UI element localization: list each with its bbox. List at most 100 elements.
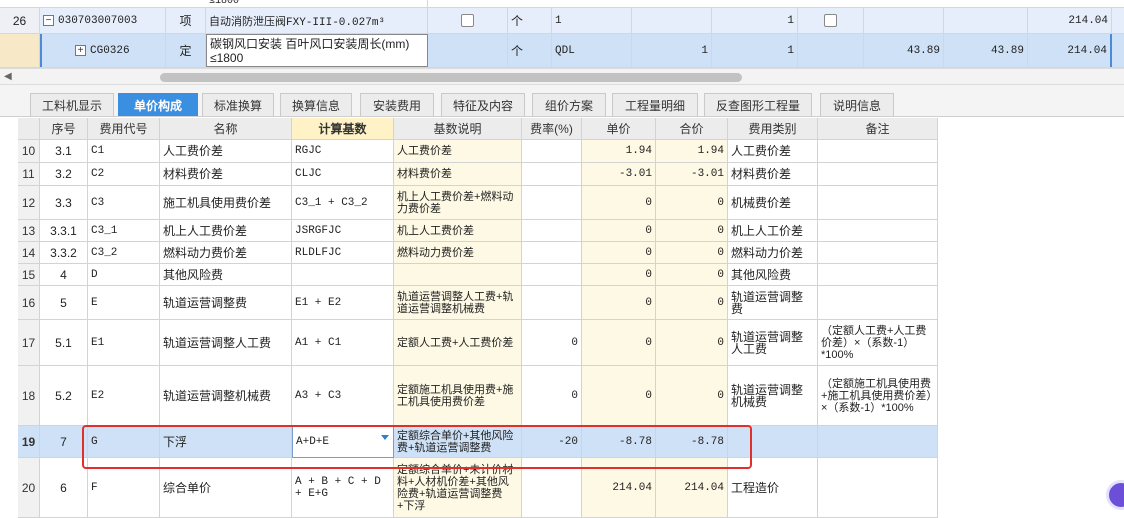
remark-cell[interactable] bbox=[818, 426, 938, 458]
fee-name-cell[interactable]: 施工机具使用费价差 bbox=[160, 186, 292, 220]
fee-code-cell[interactable]: E1 bbox=[88, 320, 160, 366]
unit-price-cell[interactable]: 0 bbox=[582, 186, 656, 220]
calc-base-cell[interactable]: E1 + E2 bbox=[292, 286, 394, 320]
base-desc-cell[interactable]: 机上人工费价差 bbox=[394, 220, 522, 242]
calc-base-cell[interactable]: JSRGFJC bbox=[292, 220, 394, 242]
unit-price-cell[interactable]: 0 bbox=[582, 286, 656, 320]
base-desc-cell[interactable]: 燃料动力费价差 bbox=[394, 242, 522, 264]
fee-category-cell[interactable]: 燃料动力价差 bbox=[728, 242, 818, 264]
base-desc-cell[interactable]: 定额人工费+人工费价差 bbox=[394, 320, 522, 366]
column-header-base-desc[interactable]: 基数说明 bbox=[394, 118, 522, 140]
rate-percent-cell[interactable]: 0 bbox=[522, 366, 582, 426]
scrollbar-thumb[interactable] bbox=[160, 73, 742, 82]
unit-price-cell[interactable]: -3.01 bbox=[582, 163, 656, 186]
base-desc-cell[interactable]: 定额施工机具使用费+施工机具使用费价差 bbox=[394, 366, 522, 426]
fee-name-cell[interactable]: 机上人工费价差 bbox=[160, 220, 292, 242]
item-name-editor[interactable]: 碳钢风口安装 百叶风口安装周长(mm) ≤1800 bbox=[206, 34, 428, 67]
unit-price-cell[interactable]: 1.94 bbox=[582, 140, 656, 163]
calc-base-cell[interactable]: RLDLFJC bbox=[292, 242, 394, 264]
table-row[interactable]: 12 3.3 C3 施工机具使用费价差 C3_1 + C3_2 机上人工费价差+燃料动力费… bbox=[0, 186, 1124, 220]
fee-category-cell[interactable]: 机上人工价差 bbox=[728, 220, 818, 242]
base-desc-cell[interactable]: 材料费价差 bbox=[394, 163, 522, 186]
total-price-cell[interactable]: 0 bbox=[656, 366, 728, 426]
remark-cell[interactable]: （定额施工机具使用费+施工机具使用费价差）×（系数-1）*100% bbox=[818, 366, 938, 426]
calc-base-cell[interactable]: A1 + C1 bbox=[292, 320, 394, 366]
remark-cell[interactable]: （定额人工费+人工费价差）×（系数-1）*100% bbox=[818, 320, 938, 366]
tab-installation-fee[interactable]: 安装费用 bbox=[360, 93, 434, 116]
calc-base-cell[interactable]: C3_1 + C3_2 bbox=[292, 186, 394, 220]
calc-base-cell[interactable]: A3 + C3 bbox=[292, 366, 394, 426]
calc-base-cell[interactable]: RGJC bbox=[292, 140, 394, 163]
tab-material-display[interactable]: 工料机显示 bbox=[30, 93, 114, 116]
column-header-unit-price[interactable]: 单价 bbox=[582, 118, 656, 140]
table-row[interactable]: 11 3.2 C2 材料费价差 CLJC 材料费价差 -3.01 -3.01 材料费价差 bbox=[0, 163, 1124, 186]
tab-reverse-graphic-quantity[interactable]: 反查图形工程量 bbox=[704, 93, 812, 116]
total-price-cell[interactable]: 1.94 bbox=[656, 140, 728, 163]
remark-cell[interactable] bbox=[818, 458, 938, 518]
seq-no-cell[interactable]: 3.2 bbox=[40, 163, 88, 186]
tab-pricing-scheme[interactable]: 组价方案 bbox=[532, 93, 606, 116]
seq-no-cell[interactable]: 5.2 bbox=[40, 366, 88, 426]
fee-name-cell[interactable]: 综合单价 bbox=[160, 458, 292, 518]
fee-category-cell[interactable]: 工程造价 bbox=[728, 458, 818, 518]
base-desc-cell[interactable]: 人工费价差 bbox=[394, 140, 522, 163]
remark-cell[interactable] bbox=[818, 186, 938, 220]
tab-conversion-info[interactable]: 换算信息 bbox=[280, 93, 352, 116]
fee-code-cell[interactable]: C3_2 bbox=[88, 242, 160, 264]
fee-code-cell[interactable]: C1 bbox=[88, 140, 160, 163]
seq-no-cell[interactable]: 5 bbox=[40, 286, 88, 320]
seq-no-cell[interactable]: 6 bbox=[40, 458, 88, 518]
column-header-total-price[interactable]: 合价 bbox=[656, 118, 728, 140]
calc-base-cell[interactable]: A+D+E bbox=[292, 426, 394, 458]
tab-description-info[interactable]: 说明信息 bbox=[820, 93, 894, 116]
column-header-calc-base[interactable]: 计算基数 bbox=[292, 118, 394, 140]
column-header-fee-name[interactable]: 名称 bbox=[160, 118, 292, 140]
fee-name-cell[interactable]: 轨道运营调整机械费 bbox=[160, 366, 292, 426]
calc-base-cell[interactable] bbox=[292, 264, 394, 286]
table-row[interactable]: 19 7 G 下浮 A+D+E 定额综合单价+其他风险费+轨道运营调整费 -20 -8.78-… bbox=[0, 426, 1124, 458]
quantity[interactable]: 1 bbox=[712, 8, 798, 33]
remark-cell[interactable] bbox=[818, 163, 938, 186]
rate-percent-cell[interactable] bbox=[522, 140, 582, 163]
fee-code-cell[interactable]: C2 bbox=[88, 163, 160, 186]
remark-cell[interactable] bbox=[818, 220, 938, 242]
fee-name-cell[interactable]: 燃料动力费价差 bbox=[160, 242, 292, 264]
column-header-seq-no[interactable]: 序号 bbox=[40, 118, 88, 140]
unit-price-cell[interactable]: -8.78 bbox=[582, 426, 656, 458]
factor[interactable]: 1 bbox=[632, 34, 712, 67]
column-header-row-number[interactable] bbox=[18, 118, 40, 140]
unit-price-cell[interactable]: 214.04 bbox=[582, 458, 656, 518]
qty-expression[interactable]: 1 bbox=[552, 8, 632, 33]
base-desc-cell[interactable]: 定额综合单价+其他风险费+轨道运营调整费 bbox=[394, 426, 522, 458]
fee-category-cell[interactable]: 轨道运营调整机械费 bbox=[728, 366, 818, 426]
fee-code-cell[interactable]: E2 bbox=[88, 366, 160, 426]
table-row[interactable]: 14 3.3.2 C3_2 燃料动力费价差 RLDLFJC 燃料动力费价差 0 0 燃料动力价差 bbox=[0, 242, 1124, 264]
base-desc-cell[interactable]: 轨道运营调整人工费+轨道运营调整机械费 bbox=[394, 286, 522, 320]
seq-no-cell[interactable]: 3.3.2 bbox=[40, 242, 88, 264]
table-row[interactable]: 16 5 E 轨道运营调整费 E1 + E2 轨道运营调整人工费+轨道运营调整机械费 0 0 轨… bbox=[0, 286, 1124, 320]
remark-cell[interactable] bbox=[818, 242, 938, 264]
total-price-cell[interactable]: 214.04 bbox=[656, 458, 728, 518]
table-row[interactable]: 17 5.1 E1 轨道运营调整人工费 A1 + C1 定额人工费+人工费价差 0 0 0 轨道运… bbox=[0, 320, 1124, 366]
seq-no-cell[interactable]: 5.1 bbox=[40, 320, 88, 366]
fee-category-cell[interactable]: 其他风险费 bbox=[728, 264, 818, 286]
unit-price-cell[interactable]: 0 bbox=[582, 264, 656, 286]
fee-name-cell[interactable]: 其他风险费 bbox=[160, 264, 292, 286]
unit-price-cell[interactable]: 0 bbox=[582, 220, 656, 242]
total-price-cell[interactable]: 0 bbox=[656, 186, 728, 220]
top-row-cg0326[interactable]: + CG0326 定 碳钢风口安装 百叶风口安装周长(mm) ≤1800 个 Q… bbox=[0, 34, 1124, 68]
tab-unit-price-composition[interactable]: 单价构成 bbox=[118, 93, 198, 116]
rate-percent-cell[interactable]: 0 bbox=[522, 320, 582, 366]
seq-no-cell[interactable]: 3.1 bbox=[40, 140, 88, 163]
fee-code-cell[interactable]: F bbox=[88, 458, 160, 518]
rate-percent-cell[interactable]: -20 bbox=[522, 426, 582, 458]
rate-percent-cell[interactable] bbox=[522, 286, 582, 320]
fee-category-cell[interactable]: 人工费价差 bbox=[728, 140, 818, 163]
remark-cell[interactable] bbox=[818, 140, 938, 163]
expand-toggle-icon[interactable]: + bbox=[75, 45, 86, 56]
total-price-cell[interactable]: 0 bbox=[656, 286, 728, 320]
quantity[interactable]: 1 bbox=[712, 34, 798, 67]
rate-percent-cell[interactable] bbox=[522, 163, 582, 186]
collapse-toggle-icon[interactable]: − bbox=[43, 15, 54, 26]
dropdown-arrow-icon[interactable] bbox=[381, 435, 389, 440]
